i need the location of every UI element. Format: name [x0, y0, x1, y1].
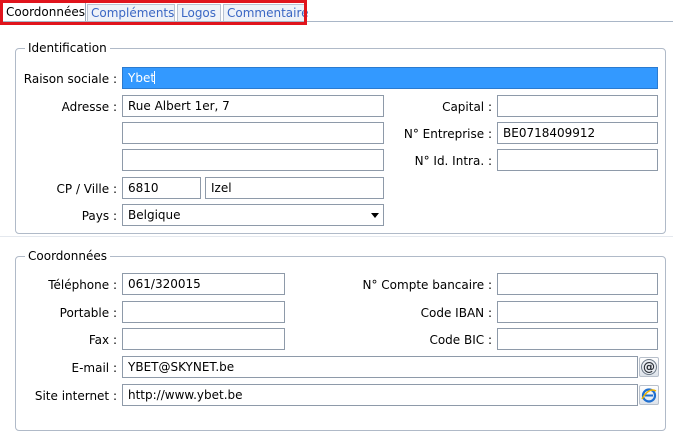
- n-entreprise-label: N° Entreprise :: [403, 127, 492, 141]
- tab-complements[interactable]: Compléments: [87, 4, 175, 21]
- portable-input[interactable]: [122, 301, 285, 323]
- raison-sociale-input[interactable]: Ybet: [122, 67, 658, 89]
- pays-value: Belgique: [128, 208, 181, 222]
- email-input[interactable]: YBET@SKYNET.be: [122, 356, 638, 378]
- tab-bar-border: [0, 21, 673, 22]
- fax-label: Fax :: [88, 333, 117, 347]
- site-internet-input[interactable]: http://www.ybet.be: [122, 384, 638, 406]
- at-sign-icon: @: [641, 359, 657, 375]
- text-caret: [154, 71, 156, 84]
- capital-label: Capital :: [442, 100, 492, 114]
- telephone-input[interactable]: 061/320015: [122, 273, 285, 295]
- compte-bancaire-label: N° Compte bancaire :: [362, 278, 493, 292]
- cp-input[interactable]: 6810: [122, 177, 201, 199]
- code-iban-input[interactable]: [497, 301, 658, 323]
- email-label: E-mail :: [71, 361, 117, 375]
- coordonnees-title: Coordonnées: [25, 248, 110, 264]
- adresse-line3-input[interactable]: [122, 149, 384, 171]
- section-separator: [0, 236, 673, 237]
- raison-sociale-value: Ybet: [128, 71, 156, 85]
- code-bic-label: Code BIC :: [429, 333, 492, 347]
- n-id-intra-input[interactable]: [497, 149, 658, 171]
- email-send-button[interactable]: @: [639, 357, 659, 377]
- open-website-button[interactable]: [639, 385, 659, 405]
- svg-text:@: @: [643, 360, 655, 374]
- compte-bancaire-input[interactable]: [497, 273, 658, 295]
- raison-sociale-label: Raison sociale :: [23, 72, 117, 86]
- adresse-line2-input[interactable]: [122, 122, 384, 144]
- cp-ville-label: CP / Ville :: [56, 182, 117, 196]
- ville-input[interactable]: Izel: [205, 177, 384, 199]
- pays-select[interactable]: Belgique: [122, 204, 384, 226]
- capital-input[interactable]: [497, 95, 658, 117]
- code-bic-input[interactable]: [497, 328, 658, 350]
- tab-bar: Coordonnées Compléments Logos Commentair…: [0, 0, 673, 22]
- code-iban-label: Code IBAN :: [420, 306, 492, 320]
- internet-explorer-icon: [641, 388, 657, 403]
- telephone-label: Téléphone :: [48, 278, 117, 292]
- adresse-line1-input[interactable]: Rue Albert 1er, 7: [122, 95, 384, 117]
- n-id-intra-label: N° Id. Intra. :: [414, 154, 492, 168]
- identification-title: Identification: [25, 40, 110, 56]
- chevron-down-icon: [371, 213, 379, 218]
- site-internet-label: Site internet :: [34, 389, 117, 403]
- adresse-label: Adresse :: [61, 100, 117, 114]
- pays-label: Pays :: [81, 209, 117, 223]
- tab-coordonnees[interactable]: Coordonnées: [2, 2, 86, 22]
- tab-commentaire[interactable]: Commentaire: [223, 4, 309, 21]
- n-entreprise-input[interactable]: BE0718409912: [497, 122, 658, 144]
- fax-input[interactable]: [122, 328, 285, 350]
- portable-label: Portable :: [59, 306, 117, 320]
- tab-logos[interactable]: Logos: [177, 4, 221, 21]
